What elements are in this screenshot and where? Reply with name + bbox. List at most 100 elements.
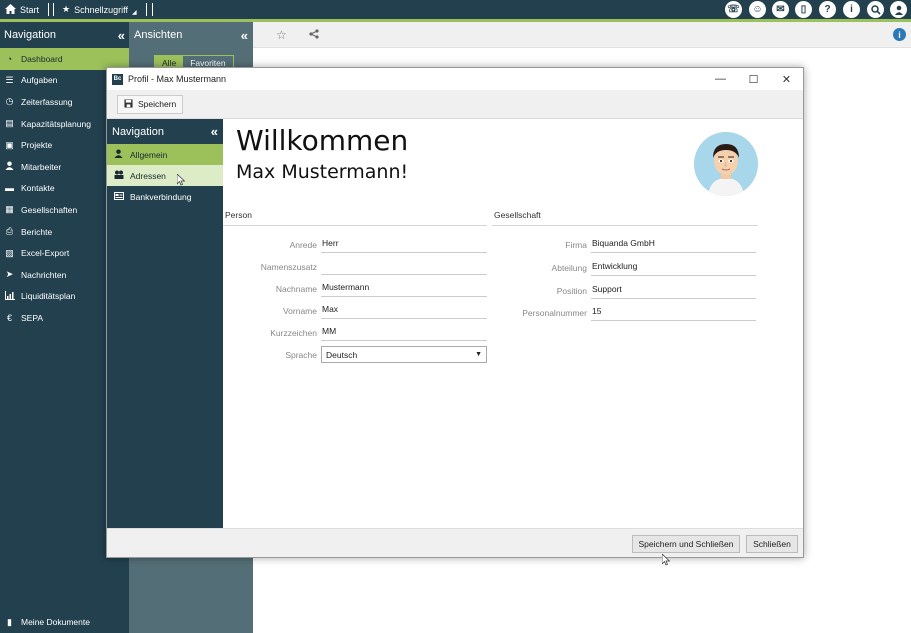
save-and-close-button[interactable]: Speichern und Schließen xyxy=(632,535,740,553)
user-icon[interactable] xyxy=(890,1,907,18)
divider xyxy=(146,3,147,16)
nav-item-label: Mitarbeiter xyxy=(21,161,62,172)
nav-item-label: Nachrichten xyxy=(21,269,67,280)
welcome-name: Max Mustermann! xyxy=(236,161,409,183)
company-section-header: Gesellschaft xyxy=(492,210,758,226)
views-title: Ansichten xyxy=(134,29,183,41)
dialog-footer: Speichern und Schließen Schließen xyxy=(107,528,803,557)
dialog-titlebar: Bc Profil - Max Mustermann — ☐ ✕ xyxy=(107,68,803,90)
euro-icon: € xyxy=(6,312,12,323)
nav-item-label: Excel-Export xyxy=(21,248,70,259)
address-icon xyxy=(113,170,124,181)
initials-field[interactable]: MM xyxy=(321,322,487,341)
avatar xyxy=(694,132,758,196)
collapse-icon[interactable]: « xyxy=(211,124,218,139)
nav-item-label: SEPA xyxy=(21,312,44,323)
quick-access-button[interactable]: ★ Schnellzugriff ◢ xyxy=(57,0,142,19)
divider xyxy=(152,3,153,16)
info-circle-icon[interactable]: i xyxy=(893,28,906,41)
dialog-nav-item-bankverbindung[interactable]: Bankverbindung xyxy=(107,186,223,207)
language-select-value: Deutsch xyxy=(326,350,358,360)
nav-item-label: Gesellschaften xyxy=(21,204,78,215)
personnel-number-label: Personalnummer xyxy=(522,308,587,318)
send-icon: ➤ xyxy=(5,269,14,280)
company-name-field[interactable]: Biquanda GmbH xyxy=(591,234,756,253)
dialog-content: Willkommen Max Mustermann! Person Gesell… xyxy=(223,119,803,529)
star-outline-icon[interactable]: ☆ xyxy=(276,28,287,42)
nav-item-label: Projekte xyxy=(21,140,53,151)
nav-item-label: Aufgaben xyxy=(21,75,58,86)
collapse-icon[interactable]: « xyxy=(118,28,125,43)
company-name-label: Firma xyxy=(565,240,587,250)
minimize-icon[interactable]: — xyxy=(704,68,737,90)
person-icon xyxy=(113,149,124,160)
save-label: Speichern xyxy=(138,99,177,109)
name-suffix-field[interactable] xyxy=(321,256,487,275)
help-icon[interactable]: ? xyxy=(819,1,836,18)
dialog-nav-item-allgemein[interactable]: Allgemein xyxy=(107,144,223,165)
nav-item-label: Zeiterfassung xyxy=(21,96,73,107)
close-button[interactable]: Schließen xyxy=(746,535,798,553)
position-field[interactable]: Support xyxy=(591,280,756,299)
feedback-icon[interactable]: ☺ xyxy=(749,1,766,18)
top-bar: Start ★ Schnellzugriff ◢ ☏ ☺ ✉ ▯ ? i xyxy=(0,0,911,19)
dialog-title: Profil - Max Mustermann xyxy=(128,74,227,84)
language-select[interactable]: Deutsch ▼ xyxy=(321,346,487,363)
start-button[interactable]: Start xyxy=(0,0,44,19)
dialog-toolbar: Speichern xyxy=(107,90,803,119)
salutation-label: Anrede xyxy=(289,240,317,250)
home-icon xyxy=(5,3,16,16)
nav-item-label: Berichte xyxy=(21,226,53,237)
nav-item-my-documents[interactable]: ▮ Meine Dokumente xyxy=(0,613,94,631)
maximize-icon[interactable]: ☐ xyxy=(737,68,770,90)
app-logo-icon: Bc xyxy=(112,73,123,85)
salutation-field[interactable]: Herr xyxy=(321,234,487,253)
info-icon[interactable]: i xyxy=(843,1,860,18)
nav-item-label: Kapazitätsplanung xyxy=(21,118,91,129)
nav-item-label: Kontakte xyxy=(21,183,55,194)
personnel-number-field[interactable]: 15 xyxy=(591,302,756,321)
dialog-nav-label: Allgemein xyxy=(130,149,168,160)
views-header: Ansichten « xyxy=(129,22,253,48)
dropdown-arrow-icon: ▼ xyxy=(475,351,482,358)
mobile-icon[interactable]: ▯ xyxy=(795,1,812,18)
support-icon[interactable]: ☏ xyxy=(725,1,742,18)
last-name-label: Nachname xyxy=(275,284,317,294)
projects-icon: ▣ xyxy=(5,139,14,150)
close-icon[interactable]: ✕ xyxy=(770,68,803,90)
mouse-cursor-icon xyxy=(176,173,186,188)
department-label: Abteilung xyxy=(551,263,587,273)
dialog-navigation: Navigation « Allgemein Adressen Bankverb… xyxy=(107,119,223,529)
employee-icon xyxy=(4,161,15,172)
tasks-icon: ☰ xyxy=(5,74,14,85)
initials-label: Kurzzeichen xyxy=(270,328,317,338)
dialog-nav-label: Bankverbindung xyxy=(130,191,192,202)
capacity-icon: ▤ xyxy=(5,118,14,129)
profile-dialog: Bc Profil - Max Mustermann — ☐ ✕ Speiche… xyxy=(106,67,804,558)
first-name-field[interactable]: Max xyxy=(321,300,487,319)
welcome-heading: Willkommen xyxy=(236,124,409,157)
last-name-field[interactable]: Mustermann xyxy=(321,278,487,297)
print-icon: ⎙ xyxy=(5,226,14,237)
dashboard-icon: ◔ xyxy=(6,53,13,64)
person-section-header: Person xyxy=(223,210,487,226)
dialog-nav-item-adressen[interactable]: Adressen xyxy=(107,165,223,186)
first-name-label: Vorname xyxy=(282,306,317,316)
department-field[interactable]: Entwicklung xyxy=(591,257,756,276)
chart-icon xyxy=(4,290,15,302)
collapse-icon[interactable]: « xyxy=(241,28,248,43)
name-suffix-label: Namenszusatz xyxy=(260,262,317,272)
share-icon[interactable] xyxy=(309,29,319,41)
nav-item-label: Dashboard xyxy=(21,53,63,64)
clock-icon: ◷ xyxy=(5,96,14,107)
excel-icon: ▨ xyxy=(5,247,14,258)
search-icon[interactable] xyxy=(867,1,884,18)
divider xyxy=(48,3,49,16)
mouse-cursor-icon xyxy=(661,553,671,568)
floppy-icon xyxy=(124,98,133,110)
contacts-icon: ▬ xyxy=(5,183,14,194)
save-button[interactable]: Speichern xyxy=(117,94,184,114)
window-controls: — ☐ ✕ xyxy=(704,68,803,90)
divider xyxy=(53,3,54,16)
gift-icon[interactable]: ✉ xyxy=(772,1,789,18)
